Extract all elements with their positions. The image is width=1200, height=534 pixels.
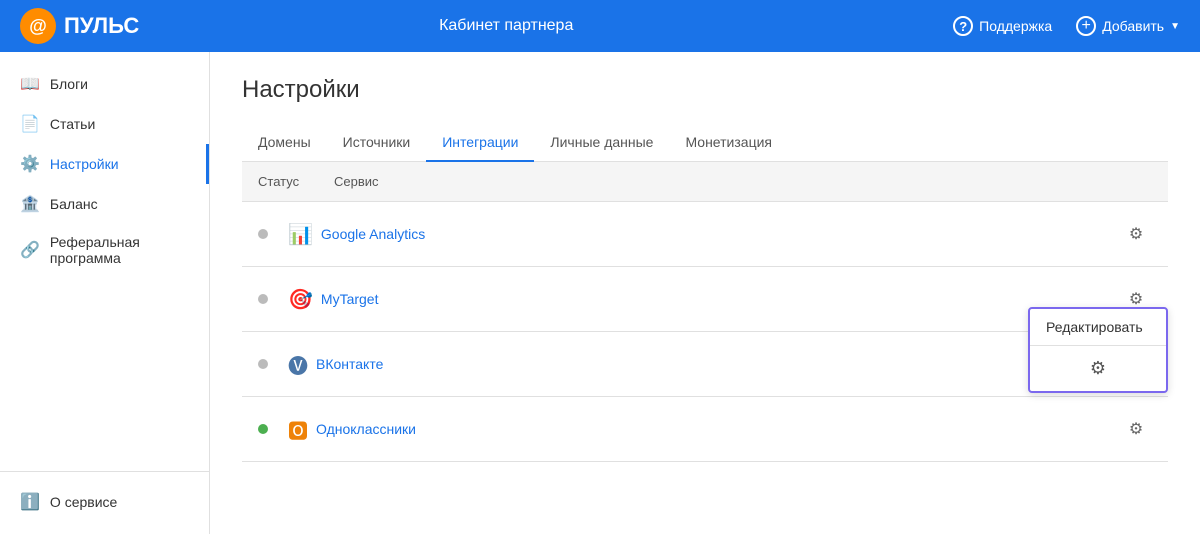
add-label: Добавить [1102, 18, 1164, 34]
settings-popup: Редактировать ⚙ [1028, 307, 1168, 393]
ga-icon: 📊 [288, 222, 313, 247]
popup-gear-option[interactable]: ⚙ [1030, 346, 1166, 391]
sidebar-item-settings[interactable]: ⚙️ Настройки [0, 144, 209, 184]
settings-button-ga[interactable]: ⚙ [1120, 218, 1152, 250]
table-row: 🅾 Одноклассники ⚙ [242, 397, 1168, 462]
service-name[interactable]: Одноклассники [316, 421, 416, 437]
add-button[interactable]: + Добавить ▼ [1076, 16, 1180, 36]
referral-icon: 🔗 [20, 240, 40, 260]
tab-monetization[interactable]: Монетизация [669, 124, 788, 162]
status-dot [258, 294, 268, 304]
sidebar-item-blogs[interactable]: 📖 Блоги [0, 64, 209, 104]
sidebar: 📖 Блоги 📄 Статьи ⚙️ Настройки 🏦 Баланс 🔗… [0, 52, 210, 534]
ok-icon: 🅾 [288, 415, 308, 444]
tab-personal[interactable]: Личные данные [534, 124, 669, 162]
tab-sources[interactable]: Источники [327, 124, 427, 162]
sidebar-bottom: ℹ️ О сервисе [0, 471, 209, 522]
chevron-down-icon: ▼ [1170, 21, 1180, 32]
service-info: 🅾 Одноклассники [288, 415, 1120, 444]
tabs-bar: Домены Источники Интеграции Личные данны… [242, 124, 1168, 162]
add-icon: + [1076, 16, 1096, 36]
settings-button-ok[interactable]: ⚙ [1120, 413, 1152, 445]
sidebar-item-label: Настройки [50, 156, 119, 172]
header-right: ? Поддержка + Добавить ▼ [953, 16, 1180, 36]
sidebar-item-balance[interactable]: 🏦 Баланс [0, 184, 209, 224]
status-dot [258, 424, 268, 434]
sidebar-item-label: Статьи [50, 116, 95, 132]
service-name[interactable]: ВКонтакте [316, 356, 383, 372]
service-info: 📊 Google Analytics [288, 222, 1120, 247]
content-area: Настройки Домены Источники Интеграции Ли… [210, 52, 1200, 534]
service-name[interactable]: Google Analytics [321, 226, 425, 242]
book-icon: 📖 [20, 74, 40, 94]
table-header: Статус Сервис [242, 162, 1168, 202]
header: @ ПУЛЬС Кабинет партнера ? Поддержка + Д… [0, 0, 1200, 52]
tab-integrations[interactable]: Интеграции [426, 124, 534, 162]
header-title: Кабинет партнера [59, 17, 953, 35]
mytarget-icon: 🎯 [288, 287, 313, 312]
service-name[interactable]: MyTarget [321, 291, 379, 307]
support-label: Поддержка [979, 18, 1052, 34]
sidebar-item-referral[interactable]: 🔗 Реферальная программа [0, 224, 209, 276]
page-title: Настройки [242, 76, 1168, 104]
support-link[interactable]: ? Поддержка [953, 16, 1052, 36]
vk-icon: 🅥 [288, 350, 308, 379]
logo-icon: @ [20, 8, 56, 44]
service-info: 🅥 ВКонтакте [288, 350, 1120, 379]
table-row: 🎯 MyTarget ⚙ Редактировать ⚙ [242, 267, 1168, 332]
status-dot [258, 359, 268, 369]
sidebar-item-label: Баланс [50, 196, 98, 212]
sidebar-item-articles[interactable]: 📄 Статьи [0, 104, 209, 144]
sidebar-item-label: Реферальная программа [50, 234, 189, 266]
gear-icon: ⚙ [1090, 358, 1106, 379]
column-service: Сервис [334, 174, 379, 189]
service-info: 🎯 MyTarget [288, 287, 1120, 312]
sidebar-item-label: О сервисе [50, 494, 117, 510]
info-icon: ℹ️ [20, 492, 40, 512]
sidebar-item-about[interactable]: ℹ️ О сервисе [0, 482, 209, 522]
sidebar-item-label: Блоги [50, 76, 88, 92]
main-layout: 📖 Блоги 📄 Статьи ⚙️ Настройки 🏦 Баланс 🔗… [0, 52, 1200, 534]
settings-icon: ⚙️ [20, 154, 40, 174]
balance-icon: 🏦 [20, 194, 40, 214]
table-row: 📊 Google Analytics ⚙ [242, 202, 1168, 267]
articles-icon: 📄 [20, 114, 40, 134]
column-status: Статус [258, 174, 318, 189]
support-icon: ? [953, 16, 973, 36]
tab-domains[interactable]: Домены [242, 124, 327, 162]
edit-option[interactable]: Редактировать [1030, 309, 1166, 346]
status-dot [258, 229, 268, 239]
